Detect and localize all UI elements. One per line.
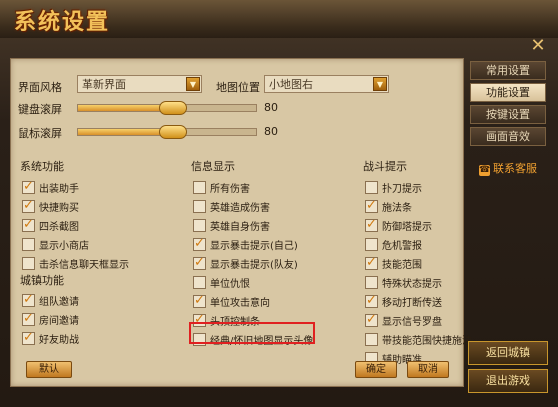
- checkbox[interactable]: [365, 293, 378, 308]
- tab-key-settings[interactable]: 按键设置: [470, 105, 546, 124]
- checkbox[interactable]: [365, 198, 378, 213]
- checkbox[interactable]: [365, 181, 378, 194]
- checkbox-label: 显示小商店: [39, 241, 89, 252]
- chevron-down-icon[interactable]: ▼: [373, 77, 387, 91]
- checkbox-label: 防御塔提示: [382, 222, 432, 233]
- checkbox[interactable]: [365, 217, 378, 232]
- checkbox[interactable]: [22, 179, 35, 194]
- checkbox[interactable]: [193, 255, 206, 270]
- checkbox[interactable]: [22, 311, 35, 326]
- checkbox-label: 显示信号罗盘: [382, 317, 442, 328]
- section-info-title: 信息显示: [191, 160, 235, 173]
- checkbox-label: 所有伤害: [210, 184, 250, 195]
- checkbox-label: 英雄自身伤害: [210, 222, 270, 233]
- tab-video-audio[interactable]: 画面音效: [470, 127, 546, 146]
- checkbox[interactable]: [22, 238, 35, 251]
- close-icon[interactable]: ✕: [528, 36, 548, 56]
- checkbox-label: 技能范围: [382, 260, 422, 271]
- checkbox[interactable]: [365, 333, 378, 346]
- window-title: 系统设置: [14, 10, 111, 35]
- map-position-label: 地图位置: [216, 81, 260, 94]
- mouse-scroll-thumb[interactable]: [159, 125, 187, 139]
- checkbox-label: 单位仇恨: [210, 279, 250, 290]
- mouse-scroll-label: 鼠标滚屏: [18, 127, 62, 140]
- checkbox[interactable]: [365, 276, 378, 289]
- checkbox[interactable]: [193, 181, 206, 194]
- ui-style-label: 界面风格: [18, 81, 62, 94]
- checkbox-label: 移动打断传送: [382, 298, 442, 309]
- checkbox[interactable]: [22, 198, 35, 213]
- keyboard-scroll-slider[interactable]: [77, 101, 257, 115]
- phone-icon: ☎: [479, 165, 491, 176]
- checkbox-label: 组队邀请: [39, 297, 79, 308]
- checkbox[interactable]: [193, 293, 206, 308]
- checkbox[interactable]: [193, 219, 206, 232]
- checkbox-label: 危机警报: [382, 241, 422, 252]
- section-town-title: 城镇功能: [20, 274, 64, 287]
- return-town-button[interactable]: 返回城镇: [468, 341, 548, 365]
- mouse-scroll-slider[interactable]: [77, 125, 257, 139]
- checkbox[interactable]: [22, 257, 35, 270]
- checkbox-label: 四杀截图: [39, 222, 79, 233]
- checkbox-label: 显示暴击提示(自己): [210, 241, 298, 252]
- keyboard-scroll-thumb[interactable]: [159, 101, 187, 115]
- default-button[interactable]: 默认: [26, 361, 72, 378]
- mouse-scroll-value: 80: [264, 125, 278, 138]
- checkbox-label: 出装助手: [39, 184, 79, 195]
- tab-function-settings[interactable]: 功能设置: [470, 83, 546, 102]
- checkbox[interactable]: [193, 200, 206, 213]
- checkbox-label: 快捷购买: [39, 203, 79, 214]
- confirm-button[interactable]: 确定: [355, 361, 397, 378]
- checkbox-label: 显示暴击提示(队友): [210, 260, 298, 271]
- checkbox-label: 扑刀提示: [382, 184, 422, 195]
- checkbox-label: 好友助战: [39, 335, 79, 346]
- checkbox[interactable]: [22, 330, 35, 345]
- checkbox-label: 施法条: [382, 203, 412, 214]
- checkbox-label: 房间邀请: [39, 316, 79, 327]
- map-position-value: 小地图右: [269, 78, 313, 91]
- ui-style-dropdown[interactable]: 革新界面 ▼: [77, 75, 202, 93]
- keyboard-scroll-label: 键盘滚屏: [18, 103, 62, 116]
- section-system-title: 系统功能: [20, 160, 64, 173]
- checkbox-label: 带技能范围快捷施法: [382, 336, 472, 347]
- highlight-box: [189, 322, 315, 344]
- ui-style-value: 革新界面: [82, 78, 126, 91]
- exit-game-button[interactable]: 退出游戏: [468, 369, 548, 393]
- contact-support-label: 联系客服: [493, 162, 537, 175]
- contact-support-link[interactable]: ☎ 联系客服: [479, 160, 537, 176]
- checkbox[interactable]: [22, 292, 35, 307]
- map-position-dropdown[interactable]: 小地图右 ▼: [264, 75, 389, 93]
- title-bar: 系统设置: [0, 0, 558, 38]
- chevron-down-icon[interactable]: ▼: [186, 77, 200, 91]
- checkbox[interactable]: [365, 312, 378, 327]
- cancel-button[interactable]: 取消: [407, 361, 449, 378]
- checkbox-label: 英雄造成伤害: [210, 203, 270, 214]
- checkbox[interactable]: [365, 255, 378, 270]
- tab-common-settings[interactable]: 常用设置: [470, 61, 546, 80]
- checkbox-label: 击杀信息聊天框显示: [39, 260, 129, 271]
- checkbox[interactable]: [193, 276, 206, 289]
- keyboard-scroll-value: 80: [264, 101, 278, 114]
- checkbox[interactable]: [22, 217, 35, 232]
- checkbox[interactable]: [365, 238, 378, 251]
- checkbox-label: 特殊状态提示: [382, 279, 442, 290]
- checkbox[interactable]: [193, 236, 206, 251]
- checkbox-label: 单位攻击意向: [210, 298, 270, 309]
- section-battle-title: 战斗提示: [363, 160, 407, 173]
